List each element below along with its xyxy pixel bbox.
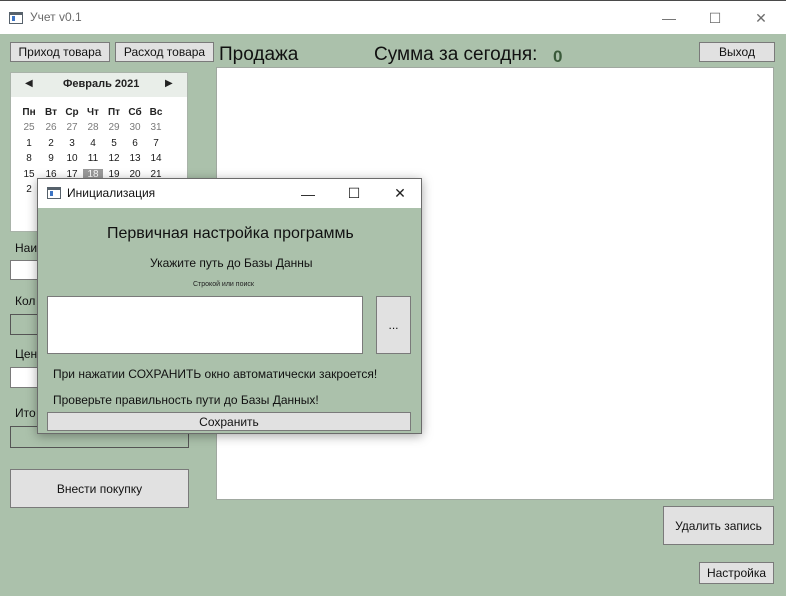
init-dialog: Инициализация — ☐ ✕ Первичная настройка … xyxy=(37,178,422,434)
price-field[interactable] xyxy=(10,367,40,388)
calendar-weekday: Ср xyxy=(65,107,79,118)
calendar-day[interactable]: 4 xyxy=(83,138,103,149)
close-button[interactable]: ✕ xyxy=(738,1,784,35)
today-sum-value: 0 xyxy=(553,47,563,66)
dialog-note-autoclose: При нажатии СОХРАНИТЬ окно автоматически… xyxy=(53,367,378,381)
calendar-day[interactable]: 8 xyxy=(19,153,39,164)
calendar-day[interactable]: 10 xyxy=(62,153,82,164)
price-label: Цен xyxy=(15,347,38,361)
dialog-hint: Строкой или поиск xyxy=(193,281,254,288)
calendar-weekday: Сб xyxy=(128,107,142,118)
window-title: Учет v0.1 xyxy=(30,10,82,24)
dialog-minimize-button[interactable]: — xyxy=(285,179,331,208)
sale-heading: Продажа xyxy=(219,44,299,65)
calendar-day[interactable]: 2 xyxy=(41,138,61,149)
calendar-weekday: Пт xyxy=(107,107,121,118)
name-field[interactable] xyxy=(10,260,40,280)
dialog-body: Первичная настройка программы Укажите пу… xyxy=(38,208,421,433)
dialog-title: Инициализация xyxy=(67,186,156,200)
calendar-day[interactable]: 15 xyxy=(19,169,39,180)
title-bar: Учет v0.1 — ☐ ✕ xyxy=(0,0,786,34)
app-icon xyxy=(9,12,23,24)
calendar-day[interactable]: 31 xyxy=(146,122,166,133)
calendar-day[interactable]: 28 xyxy=(83,122,103,133)
calendar-day[interactable]: 5 xyxy=(104,138,124,149)
calendar-weekday: Чт xyxy=(87,107,99,118)
dialog-maximize-button[interactable]: ☐ xyxy=(331,179,377,208)
add-purchase-button[interactable]: Внести покупку xyxy=(10,469,189,508)
calendar-day[interactable]: 1 xyxy=(19,138,39,149)
total-label: Ито xyxy=(15,406,36,420)
dialog-note-check-path: Проверьте правильность пути до Базы Данн… xyxy=(53,393,319,407)
calendar-day[interactable]: 6 xyxy=(125,138,145,149)
minimize-button[interactable]: — xyxy=(646,1,692,35)
calendar-weekday: Вт xyxy=(45,107,57,118)
calendar-day[interactable]: 12 xyxy=(104,153,124,164)
calendar-day[interactable]: 25 xyxy=(19,122,39,133)
dialog-subheading: Укажите путь до Базы Данны xyxy=(150,256,313,270)
calendar-day[interactable]: 7 xyxy=(146,138,166,149)
calendar-weekday: Вс xyxy=(149,107,163,118)
calendar-day[interactable]: 26 xyxy=(41,122,61,133)
dialog-close-button[interactable]: ✕ xyxy=(377,179,423,208)
settings-button[interactable]: Настройка xyxy=(699,562,774,584)
expense-button[interactable]: Расход товара xyxy=(115,42,214,62)
maximize-button[interactable]: ☐ xyxy=(692,1,738,35)
calendar-day[interactable]: 3 xyxy=(62,138,82,149)
calendar-weekday: Пн xyxy=(22,107,36,118)
calendar-day[interactable]: 27 xyxy=(62,122,82,133)
today-sum-label: Сумма за сегодня: xyxy=(374,44,538,65)
save-button[interactable]: Сохранить xyxy=(47,412,411,431)
qty-label: Кол xyxy=(15,294,36,308)
calendar-day[interactable]: 13 xyxy=(125,153,145,164)
dialog-app-icon xyxy=(47,187,61,199)
browse-button[interactable]: ... xyxy=(376,296,411,354)
exit-button[interactable]: Выход xyxy=(699,42,775,62)
calendar-day[interactable]: 9 xyxy=(41,153,61,164)
delete-record-button[interactable]: Удалить запись xyxy=(663,506,774,545)
income-button[interactable]: Приход товара xyxy=(10,42,110,62)
calendar-day[interactable]: 11 xyxy=(83,153,103,164)
calendar-day[interactable]: 14 xyxy=(146,153,166,164)
dialog-title-bar: Инициализация — ☐ ✕ xyxy=(38,179,421,208)
calendar-day[interactable]: 30 xyxy=(125,122,145,133)
dialog-heading: Первичная настройка программы xyxy=(107,225,354,242)
name-label: Наи xyxy=(15,241,38,255)
db-path-input[interactable] xyxy=(47,296,363,354)
calendar-day[interactable]: 2 xyxy=(19,184,39,195)
calendar-day[interactable]: 29 xyxy=(104,122,124,133)
qty-field[interactable] xyxy=(10,314,40,335)
